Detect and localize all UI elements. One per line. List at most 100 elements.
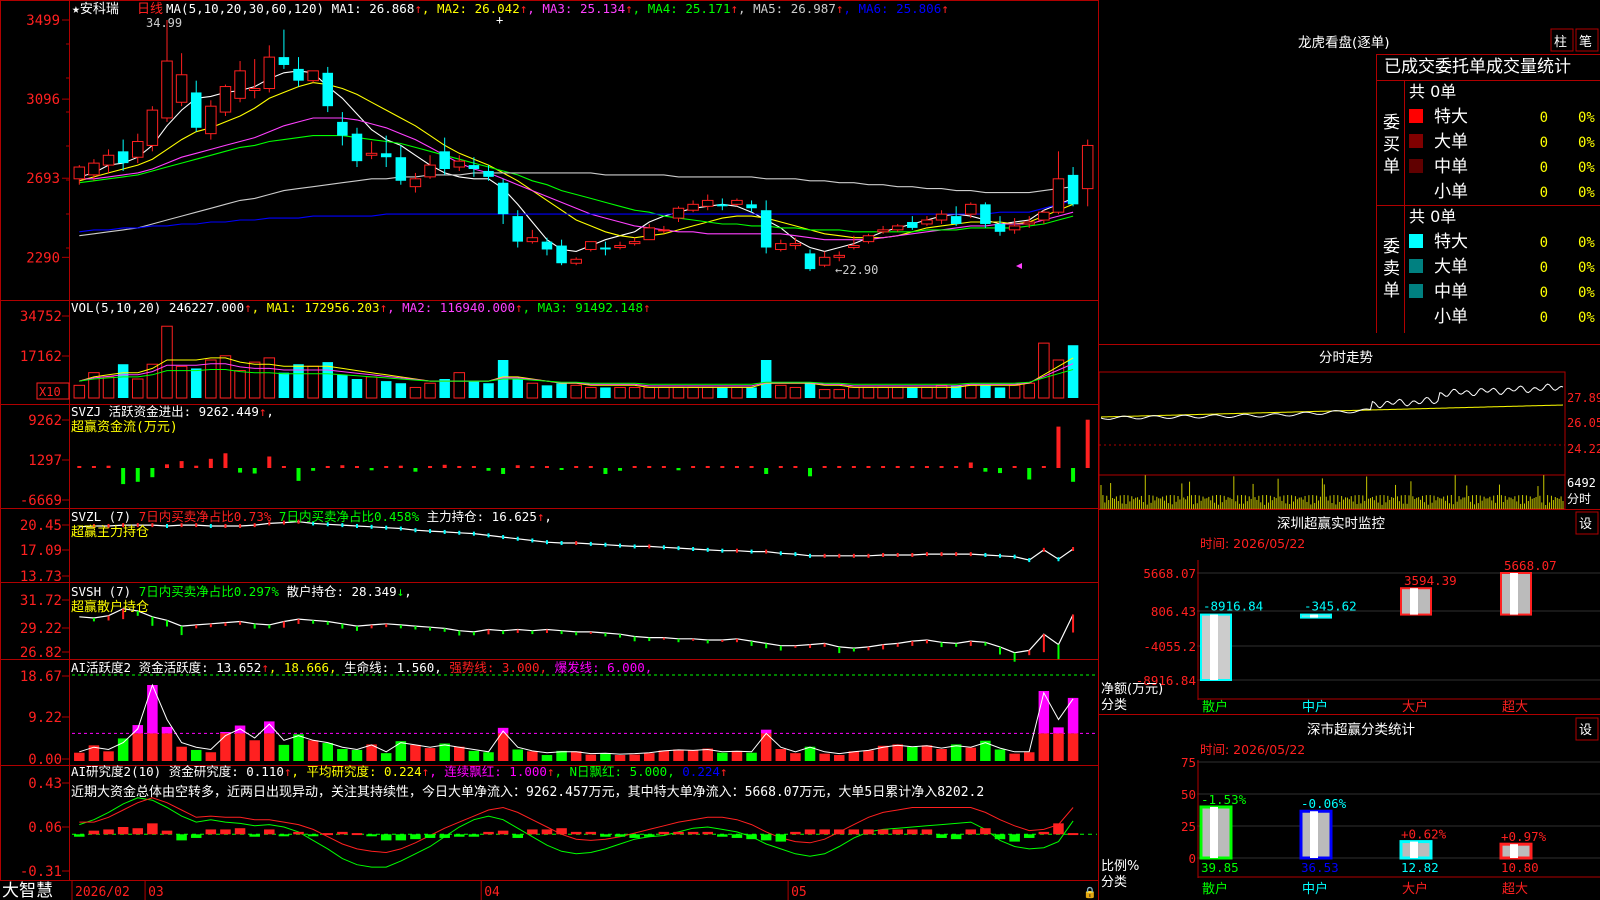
- svsh-pane[interactable]: SVSH (7) 7日内买卖净占比0.297% 散户持仓: 28.349↓, 超…: [71, 584, 1075, 662]
- holding-tick: [472, 531, 475, 536]
- intraday-chart[interactable]: 27.89 26.05 24.22 6492 分时: [1098, 371, 1600, 510]
- svzj-pane[interactable]: SVZJ 活跃资金进出: 9262.449↑, 超赢资金流(万元): [71, 404, 1090, 485]
- y-tick-label: 26.82: [20, 645, 62, 661]
- stock-name[interactable]: ★安科瑞: [72, 2, 119, 17]
- research-bar: [190, 834, 202, 838]
- intraday-panel[interactable]: 分时走势 27.89 26.05 24.22 6492 分时: [1098, 350, 1600, 510]
- holding-tick: [779, 551, 782, 556]
- activity-bar: [965, 747, 977, 761]
- candle-body-up: [731, 199, 743, 205]
- activity-bar: [629, 754, 640, 761]
- holding-tick: [809, 553, 812, 558]
- holding-tick: [560, 541, 563, 546]
- activity-bar: [483, 752, 494, 761]
- research-bar: [892, 829, 903, 835]
- intraday-title: 分时走势: [1319, 350, 1373, 366]
- volume-bar-up: [307, 365, 319, 399]
- money-flow-bar: [837, 466, 842, 468]
- candle-body-up: [891, 225, 904, 231]
- sz-bar-shine: [1410, 588, 1418, 615]
- svzl-pane[interactable]: SVZL (7) 7日内买卖净占比0.73% 7日内买卖净占比0.458% 主力…: [71, 509, 1075, 563]
- main-kline-pane[interactable]: ★安科瑞 日线 MA(5,10,20,30,60,120) MA1: 26.86…: [72, 1, 1094, 277]
- holding-tick: [867, 553, 870, 558]
- ai-activity-pane[interactable]: AI活跃度2 资金活跃度: 13.652↑, 18.666, 生命线: 1.56…: [71, 660, 1097, 761]
- money-flow-bar: [106, 465, 111, 468]
- volume-bar-up: [102, 376, 115, 399]
- activity-bar: [614, 755, 626, 761]
- category-name: 大单: [1434, 257, 1468, 277]
- category-pct: 0%: [1578, 185, 1595, 201]
- sc-stats-panel[interactable]: 深市超赢分类统计 设 时间: 2026/05/22 75 50 25 0 比例%分类 -1…: [1101, 717, 1600, 897]
- sz-net-flow-chart: 5668.07806.43-4055.2-8916.84净额(万元)分类-891…: [1101, 558, 1600, 715]
- category-count: 0: [1540, 185, 1548, 201]
- research-bar: [220, 829, 231, 835]
- holding-tick: [1028, 558, 1031, 563]
- activity-bar: [410, 744, 421, 761]
- volume-bar-up: [789, 386, 802, 399]
- candle-body-up: [73, 166, 86, 180]
- candle-body-up: [818, 256, 831, 266]
- retail-tick: [575, 631, 578, 636]
- money-flow-bar: [954, 466, 959, 468]
- volume-bar-up: [1023, 382, 1035, 399]
- sz-monitor-panel[interactable]: 深圳超赢实时监控 设 时间: 2026/05/22 5668.07806.43-…: [1101, 511, 1600, 715]
- volume-bar-up: [891, 386, 904, 399]
- research-bar: [161, 830, 173, 835]
- period-label[interactable]: 日线: [137, 2, 163, 17]
- sz-settings-label[interactable]: 设: [1579, 517, 1592, 532]
- sz-bar-label: -8916.84: [1203, 599, 1263, 614]
- legend-span: ↑: [625, 1, 633, 16]
- retail-tick: [940, 642, 943, 648]
- money-flow-bar: [135, 468, 140, 482]
- volume-pane[interactable]: VOL(5,10,20) 246227.000↑, MA1: 172956.20…: [36, 300, 1079, 400]
- sz-bar-label: 3594.39: [1404, 573, 1457, 588]
- y-tick-label: -0.31: [20, 864, 62, 880]
- money-flow-bar: [238, 468, 243, 473]
- brand-logo: 大智慧: [2, 881, 53, 900]
- intraday-vol-label: 6492: [1567, 476, 1596, 490]
- ai-activity-axis: 18.67 9.22 0.00: [20, 669, 69, 768]
- category-pct: 0%: [1578, 110, 1595, 126]
- money-flow-bar: [208, 458, 213, 468]
- research-bar: [205, 829, 217, 835]
- retail-tick: [619, 634, 622, 638]
- activity-bars: [72, 674, 1097, 761]
- activity-bar: [644, 753, 655, 761]
- research-bar: [702, 831, 713, 835]
- retail-tick: [648, 637, 651, 642]
- sz-bar-shine: [1510, 573, 1518, 615]
- sz-bar-label: 5668.07: [1504, 558, 1557, 573]
- money-flow-bar: [968, 462, 973, 468]
- research-red-line: [79, 797, 1074, 854]
- sc-bar-value: 12.82: [1401, 860, 1439, 875]
- bar-mode-label[interactable]: 柱: [1554, 35, 1567, 50]
- date-label: 04: [484, 885, 500, 900]
- activity-bar: [775, 749, 787, 761]
- money-flow-bar: [413, 468, 418, 472]
- category-pct: 0%: [1578, 260, 1595, 276]
- tick-mode-label[interactable]: 笔: [1579, 34, 1592, 50]
- dragon-tiger-panel[interactable]: 龙虎看盘(逐单) 柱 笔 已成交委托单成交量统计 委买单委卖单共 0单特大 0 0%…: [1298, 28, 1599, 327]
- lock-icon[interactable]: 🔒: [1083, 886, 1097, 899]
- activity-bar: [176, 746, 187, 761]
- activity-bar: [570, 751, 582, 761]
- candle-body-up: [307, 70, 319, 82]
- holding-tick: [765, 549, 768, 554]
- holding-tick: [516, 536, 519, 541]
- volume-bar-down: [980, 385, 991, 398]
- retail-tick: [253, 623, 256, 629]
- legend-span: 246227.000: [161, 300, 244, 315]
- research-bar: [775, 834, 787, 842]
- retail-tick: [282, 621, 285, 628]
- retail-tick: [224, 622, 227, 627]
- retail-tick: [633, 636, 636, 642]
- main-holding-line: [79, 519, 1075, 563]
- stock-chart-canvas[interactable]: ★安科瑞 日线 MA(5,10,20,30,60,120) MA1: 26.86…: [0, 0, 1600, 900]
- activity-bar: [717, 752, 728, 761]
- retail-tick: [443, 628, 446, 632]
- ai-research-pane[interactable]: AI研究度2(10) 资金研究度: 0.110↑, 平均研究度: 0.224↑,…: [71, 764, 1097, 868]
- y-tick-label: 29.22: [20, 621, 62, 637]
- volume-bar-up: [453, 372, 466, 399]
- candle-body-up: [877, 229, 889, 233]
- sc-settings-label[interactable]: 设: [1579, 723, 1592, 738]
